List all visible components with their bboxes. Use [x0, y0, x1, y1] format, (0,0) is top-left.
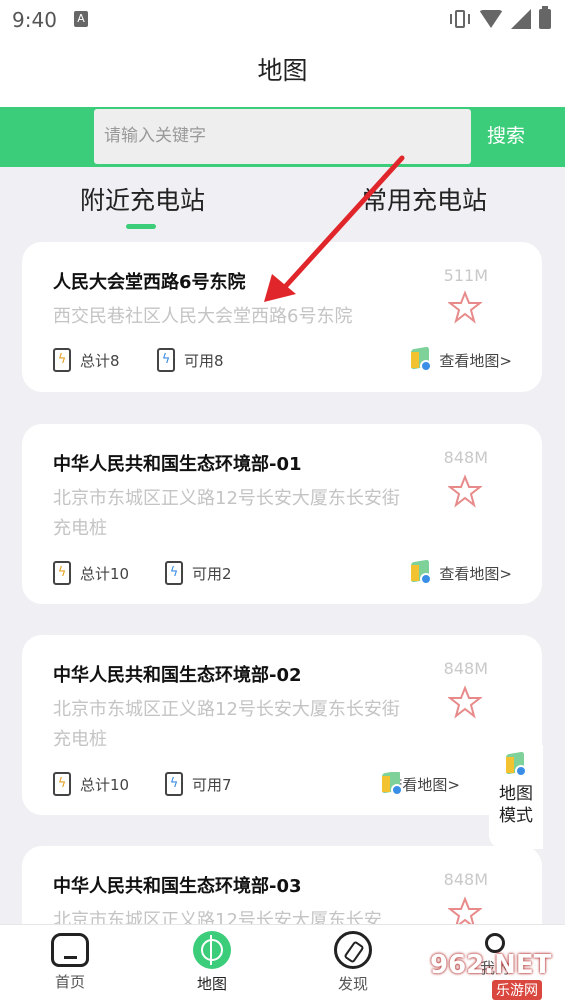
- station-card[interactable]: 中华人民共和国生态环境部-01 848M 北京市东城区正义路12号长安大厦东长安…: [22, 424, 542, 604]
- station-card[interactable]: 中华人民共和国生态环境部-02 848M 北京市东城区正义路12号长安大厦东长安…: [22, 635, 542, 815]
- total-count: 总计10: [80, 775, 130, 794]
- map-mode-button[interactable]: 地图 模式: [489, 745, 543, 849]
- station-address: 西交民巷社区人民大会堂西路6号东院: [53, 306, 353, 327]
- nav-map[interactable]: 地图: [172, 931, 252, 994]
- station-distance: 848M: [443, 448, 488, 467]
- vibrate-icon: [449, 8, 471, 30]
- favorite-star-icon[interactable]: [448, 474, 482, 508]
- available-charger-icon: ϟ: [165, 772, 183, 796]
- search-button[interactable]: 搜索: [487, 121, 525, 151]
- status-time: 9:40: [12, 8, 57, 32]
- station-name: 人民大会堂西路6号东院: [53, 272, 246, 293]
- station-name: 中华人民共和国生态环境部-01: [53, 454, 302, 475]
- tab-nearby[interactable]: 附近充电站: [80, 181, 205, 217]
- page-title: 地图: [257, 56, 308, 85]
- available-count: 可用8: [184, 351, 224, 370]
- status-bar: 9:40 A: [0, 0, 565, 40]
- total-stat: ϟ 总计10: [53, 561, 129, 585]
- available-charger-icon: ϟ: [157, 348, 175, 372]
- total-stat: ϟ 总计10: [53, 772, 129, 796]
- station-footer: ϟ 总计8 ϟ 可用8 查看地图>: [53, 346, 512, 372]
- station-distance: 848M: [443, 659, 488, 678]
- station-address: 北京市东城区正义路12号长安大厦东长安: [53, 910, 382, 924]
- available-count: 可用2: [192, 564, 232, 583]
- battery-icon: [539, 6, 551, 29]
- total-stat: ϟ 总计8: [53, 348, 120, 372]
- view-map-link[interactable]: 查看地图>: [409, 559, 512, 585]
- available-stat: ϟ 可用8: [157, 348, 224, 372]
- notification-a-icon: A: [74, 11, 88, 27]
- map-target-icon: [193, 931, 231, 969]
- search-input[interactable]: 请输入关键字: [94, 109, 471, 164]
- view-map-link[interactable]: 查看地图>: [380, 772, 460, 796]
- map-mode-line1: 地图: [499, 784, 533, 804]
- wifi-icon: [479, 10, 503, 28]
- nav-discover[interactable]: 发现: [313, 931, 393, 994]
- station-distance: 511M: [443, 266, 488, 285]
- total-charger-icon: ϟ: [53, 772, 71, 796]
- favorite-star-icon[interactable]: [448, 685, 482, 719]
- compass-icon: [334, 931, 372, 969]
- home-icon: [51, 933, 89, 967]
- favorite-star-icon[interactable]: [448, 290, 482, 324]
- map-app-icon: [380, 772, 403, 796]
- nav-home[interactable]: 首页: [30, 933, 110, 992]
- total-charger-icon: ϟ: [53, 348, 71, 372]
- view-map-label: 查看地图>: [439, 351, 512, 370]
- available-charger-icon: ϟ: [165, 561, 183, 585]
- map-mode-line2: 模式: [499, 806, 533, 826]
- station-footer: ϟ 总计10 ϟ 可用2 查看地图>: [53, 559, 512, 585]
- station-distance: 848M: [443, 870, 488, 889]
- view-map-label: 查看地图>: [439, 564, 512, 583]
- watermark-brand: 962.NET: [430, 950, 552, 980]
- station-card[interactable]: 人民大会堂西路6号东院 511M 西交民巷社区人民大会堂西路6号东院 ϟ 总计8…: [22, 242, 542, 392]
- station-address: 北京市东城区正义路12号长安大厦东长安街充电桩: [53, 699, 400, 750]
- tab-bar: 附近充电站 常用充电站: [0, 167, 565, 237]
- map-app-icon: [504, 751, 528, 777]
- signal-icon: [511, 9, 531, 29]
- view-map-link[interactable]: 查看地图>: [409, 346, 512, 372]
- station-footer: ϟ 总计10 ϟ 可用7 查看地图>: [53, 772, 512, 796]
- tab-frequent[interactable]: 常用充电站: [362, 181, 487, 217]
- total-charger-icon: ϟ: [53, 561, 71, 585]
- available-stat: ϟ 可用7: [165, 772, 232, 796]
- watermark-sub: 乐游网: [492, 980, 542, 1000]
- watermark-logo: 962.NET 乐游网: [430, 950, 560, 1000]
- station-address: 北京市东城区正义路12号长安大厦东长安街充电桩: [53, 488, 400, 539]
- station-name: 中华人民共和国生态环境部-03: [53, 876, 302, 897]
- nav-discover-label: 发现: [337, 975, 368, 993]
- tab-indicator: [126, 224, 156, 229]
- total-count: 总计8: [80, 351, 120, 370]
- search-bar: 请输入关键字 搜索: [0, 107, 565, 167]
- map-app-icon: [409, 559, 433, 585]
- title-bar: 地图: [0, 40, 565, 107]
- available-stat: ϟ 可用2: [165, 561, 232, 585]
- status-icons: [449, 6, 551, 30]
- available-count: 可用7: [192, 775, 232, 794]
- nav-map-label: 地图: [196, 975, 227, 993]
- nav-home-label: 首页: [54, 973, 85, 991]
- map-app-icon: [409, 346, 433, 372]
- total-count: 总计10: [80, 564, 130, 583]
- station-name: 中华人民共和国生态环境部-02: [53, 665, 302, 686]
